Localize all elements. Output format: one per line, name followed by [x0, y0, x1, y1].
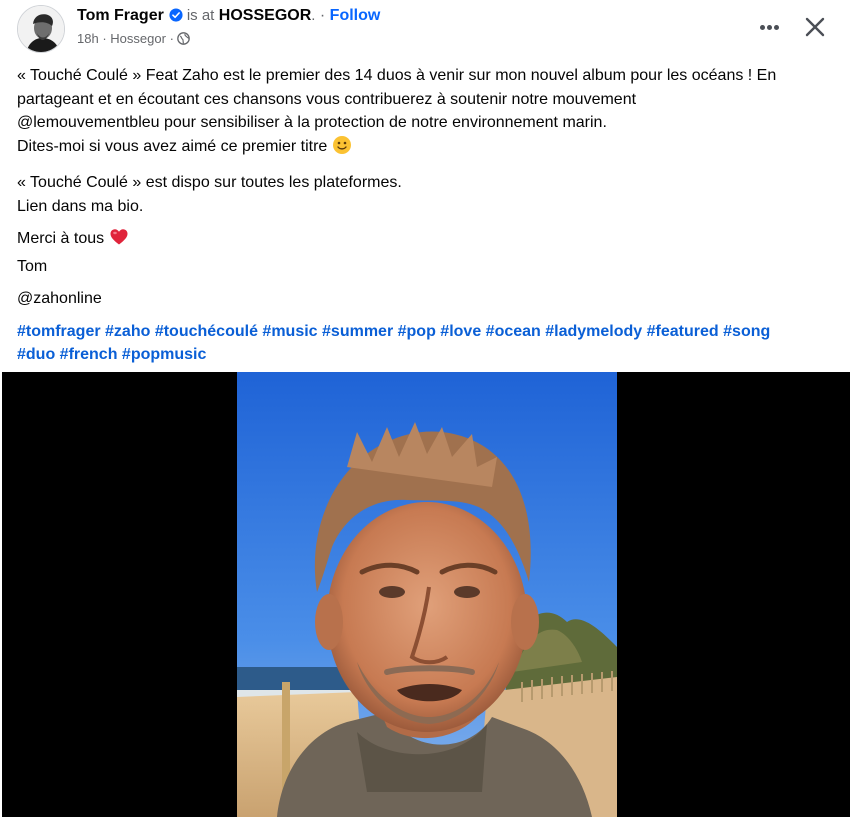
hashtag-link[interactable]: #ladymelody [545, 323, 642, 340]
post-header: Tom Frager is at HOSSEGOR. · Follow 18h ·… [0, 0, 850, 60]
place-suffix: . [311, 7, 316, 24]
hashtag-link[interactable]: #music [262, 323, 317, 340]
post-meta: 18h · Hossegor · [77, 30, 190, 50]
hashtag-list: #tomfrager #zaho #touchécoulé #music #su… [17, 320, 837, 367]
hashtag-link[interactable]: #love [440, 323, 481, 340]
hashtag-link[interactable]: #tomfrager [17, 323, 101, 340]
post-text-line: Merci à tous [17, 230, 105, 247]
hashtag-link[interactable]: #french [60, 346, 118, 363]
post-text-line: partageant et en écoutant ces chansons v… [17, 90, 637, 108]
meta-separator-2: · [169, 31, 174, 46]
hashtag-link[interactable]: #featured [647, 323, 719, 340]
separator-dot: · [319, 7, 326, 24]
mention-zahonline[interactable]: @zahonline [17, 290, 102, 307]
more-options-button[interactable] [752, 14, 786, 40]
author-line: Tom Frager is at HOSSEGOR. · Follow [77, 5, 380, 29]
more-dot [759, 25, 765, 30]
hashtag-link[interactable]: #song [723, 323, 770, 340]
meta-separator: · [102, 31, 107, 46]
mention-link: @lemouvementbleu pour sensibiliser à la … [17, 114, 607, 131]
post-body: « Touché Coulé » Feat Zaho est le premie… [17, 64, 837, 376]
hashtag-link[interactable]: #popmusic [122, 346, 206, 363]
video-thumbnail [237, 372, 617, 817]
post-text-line: Dites-moi si vous avez aimé ce premier t… [17, 137, 328, 155]
avatar[interactable] [17, 5, 65, 53]
globe-icon[interactable] [177, 32, 190, 50]
video-frame[interactable] [237, 372, 617, 817]
close-icon [805, 17, 825, 37]
video-player[interactable] [2, 372, 850, 817]
post-time[interactable]: 18h [77, 31, 99, 46]
hashtag-link[interactable]: #ocean [486, 323, 541, 340]
hashtag-link[interactable]: #pop [398, 323, 436, 340]
slightly-smiling-face-emoji-icon [332, 135, 352, 163]
post-paragraph-4: @zahonline [17, 287, 837, 311]
hashtag-link[interactable]: #duo [17, 346, 55, 363]
more-dot [766, 25, 772, 30]
red-heart-emoji-icon [109, 227, 129, 255]
post-location[interactable]: Hossegor [110, 31, 166, 46]
more-dot [773, 25, 779, 30]
hashtag-link[interactable]: #touchécoulé [155, 323, 258, 340]
post-paragraph-2: « Touché Coulé » est dispo sur toutes le… [17, 171, 837, 218]
follow-button[interactable]: Follow [330, 7, 381, 24]
hashtag-link[interactable]: #zaho [105, 323, 150, 340]
hashtag-link[interactable]: #summer [322, 323, 393, 340]
post-text-line: « Touché Coulé » est dispo sur toutes le… [17, 174, 402, 191]
post-paragraph-3: Merci à tous Tom [17, 227, 837, 278]
post-paragraph-1: « Touché Coulé » Feat Zaho est le premie… [17, 64, 837, 162]
is-at-text: is at [186, 7, 215, 24]
place-link[interactable]: HOSSEGOR [219, 7, 311, 24]
verified-badge-icon [169, 7, 183, 29]
post-text-line: Lien dans ma bio. [17, 197, 144, 215]
signature: Tom [17, 257, 48, 275]
close-button[interactable] [800, 12, 830, 42]
post-text-line: « Touché Coulé » Feat Zaho est le premie… [17, 67, 777, 84]
author-name[interactable]: Tom Frager [77, 7, 164, 24]
